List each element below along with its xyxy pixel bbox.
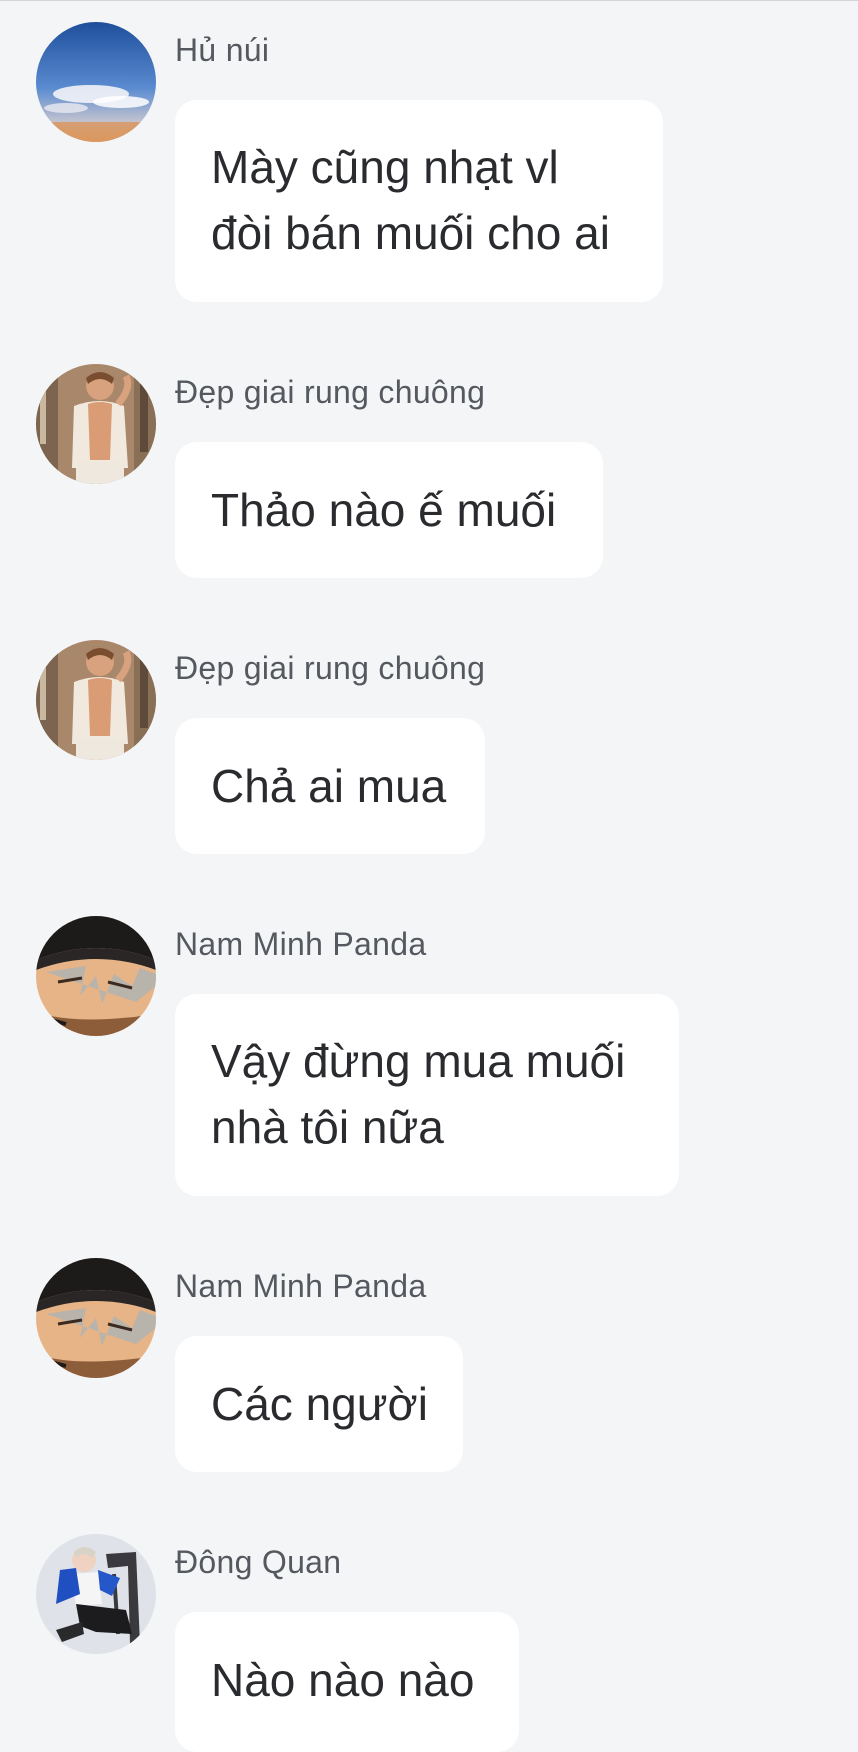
message-text: Mày cũng nhạt vl [211, 141, 559, 193]
sender-name: Hủ núi [175, 32, 270, 68]
message-bubble[interactable]: Vậy đừng mua muối nhà tôi nữa [175, 994, 679, 1196]
sender-name: Nam Minh Panda [175, 1268, 427, 1304]
message-text: Chả ai mua [211, 760, 447, 812]
sender-name: Nam Minh Panda [175, 926, 427, 962]
message-text: đòi bán muối cho ai [211, 207, 610, 259]
message-bubble[interactable]: Chả ai mua [175, 718, 485, 854]
message-bubble[interactable]: Thảo nào ế muối [175, 442, 603, 578]
message-text: Các người [211, 1378, 428, 1430]
person-chair-avatar-icon[interactable] [36, 1534, 156, 1654]
sender-name: Đẹp giai rung chuông [175, 374, 486, 410]
message-bubble[interactable]: Mày cũng nhạt vl đòi bán muối cho ai [175, 100, 663, 302]
sky-clouds-avatar-icon[interactable] [36, 22, 156, 142]
shirtless-man-avatar-icon[interactable] [36, 640, 156, 760]
message-text: Nào nào nào [211, 1654, 475, 1706]
message-text: Thảo nào ế muối [211, 484, 557, 536]
message-bubble[interactable]: Nào nào nào [175, 1612, 519, 1752]
shirtless-man-avatar-icon[interactable] [36, 364, 156, 484]
anime-hat-character-avatar-icon[interactable] [36, 916, 156, 1036]
message-bubble[interactable]: Các người [175, 1336, 463, 1472]
message-text: Vậy đừng mua muối [211, 1035, 626, 1087]
sender-name: Đẹp giai rung chuông [175, 650, 486, 686]
top-divider [0, 0, 858, 1]
anime-hat-character-avatar-icon[interactable] [36, 1258, 156, 1378]
message-text: nhà tôi nữa [211, 1101, 444, 1153]
sender-name: Đông Quan [175, 1544, 342, 1580]
